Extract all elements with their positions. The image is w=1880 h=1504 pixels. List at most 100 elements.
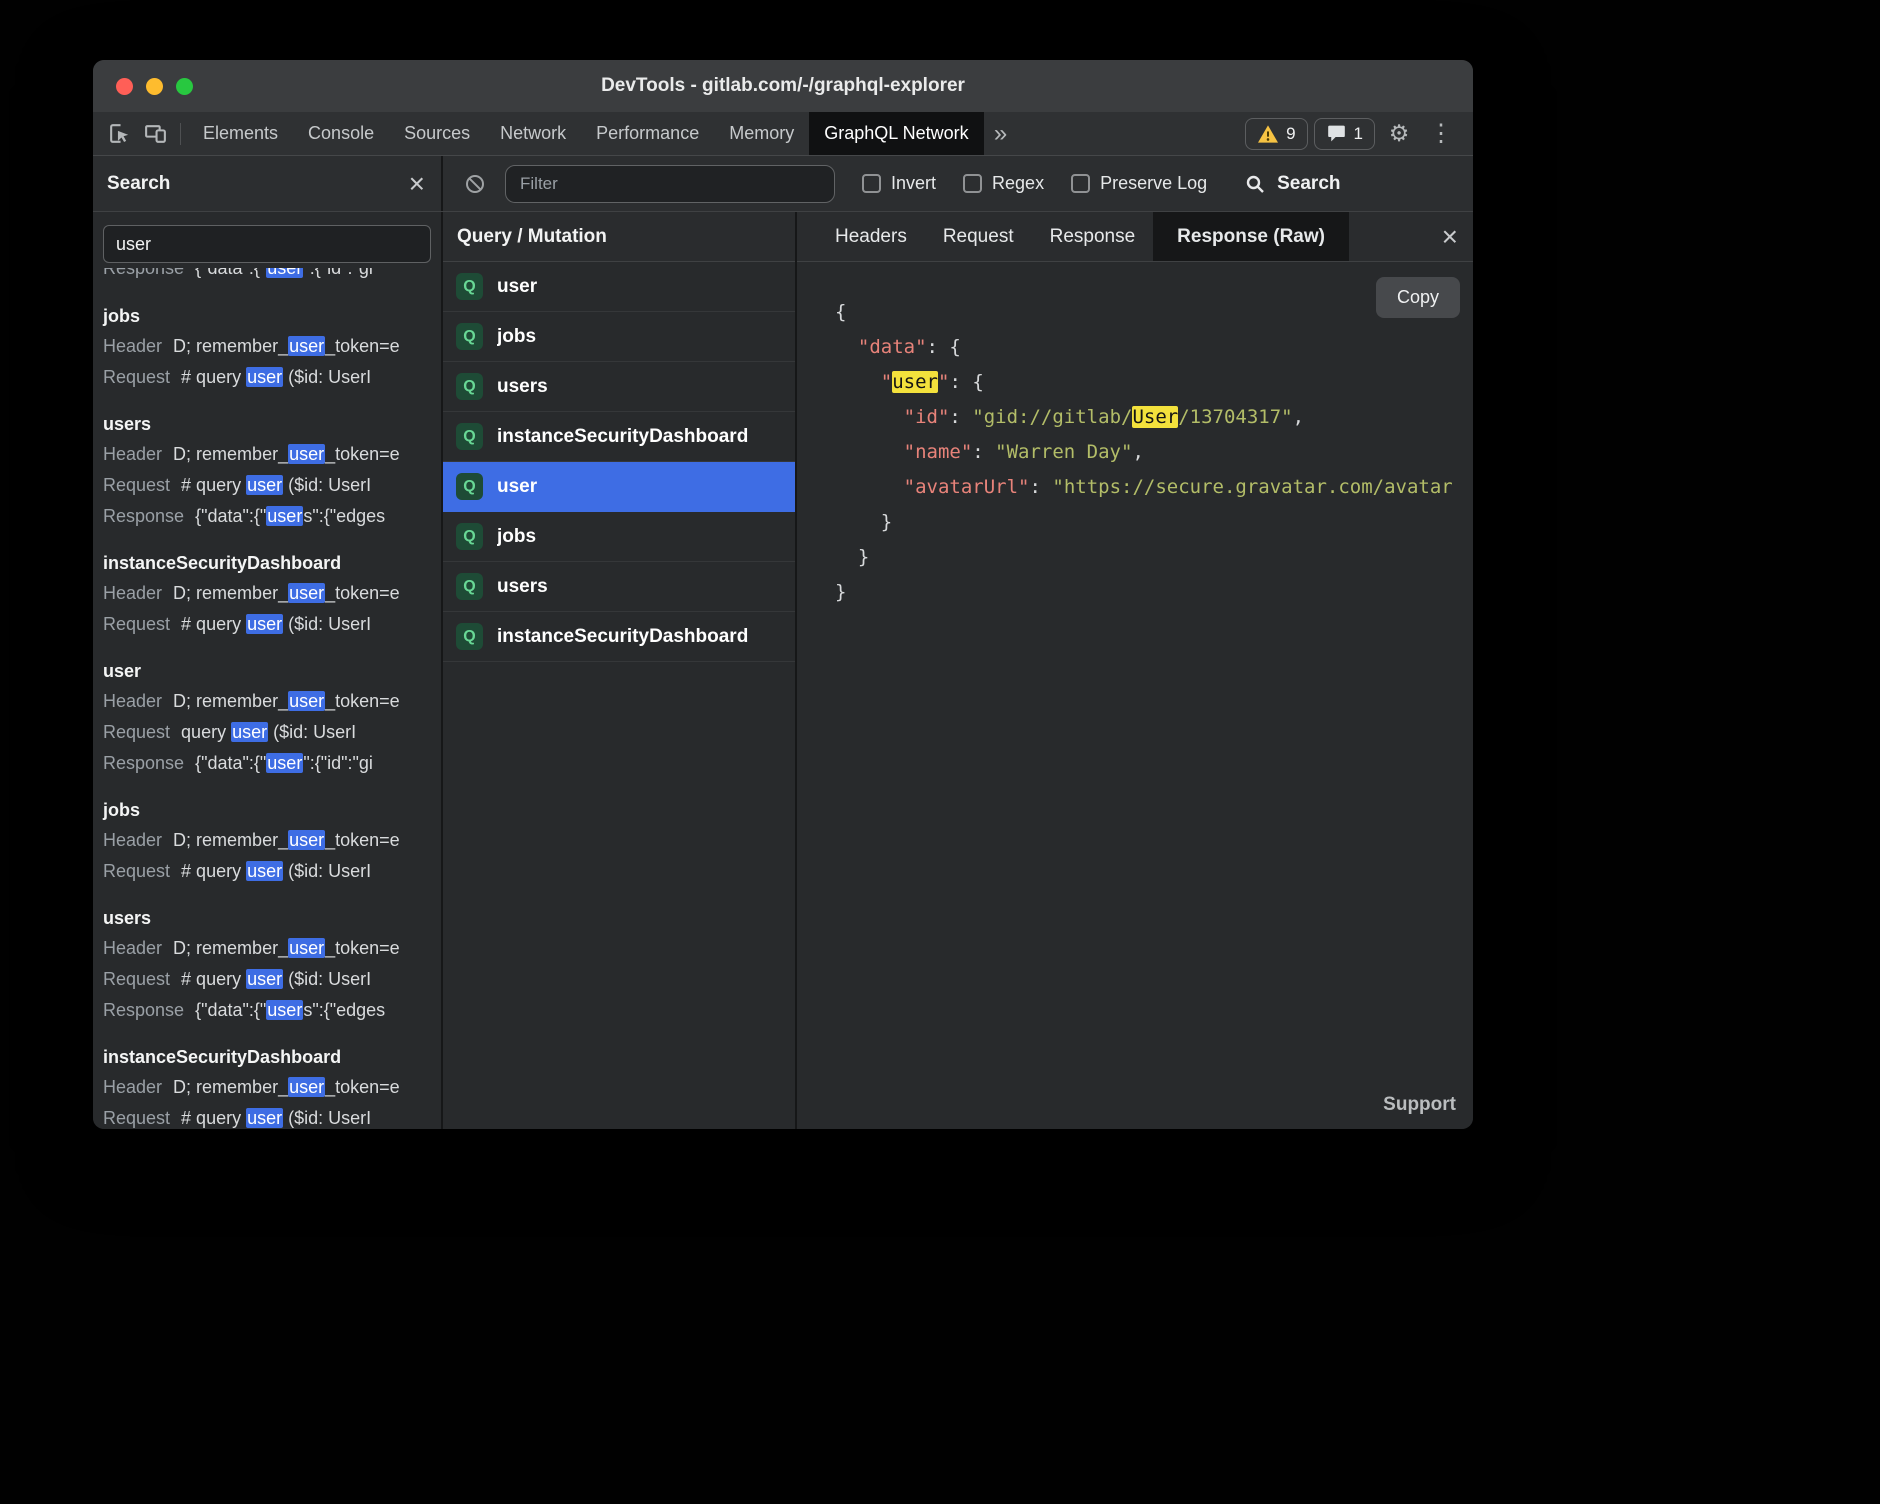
tab-memory[interactable]: Memory [714, 112, 809, 155]
code-line: "name": "Warren Day", [835, 435, 1473, 470]
tab-sources[interactable]: Sources [389, 112, 485, 155]
query-row-user[interactable]: Quser [443, 462, 795, 512]
query-row-instancesecuritydashboard[interactable]: QinstanceSecurityDashboard [443, 412, 795, 462]
match-highlight: user [288, 1077, 325, 1097]
search-result-line[interactable]: HeaderD; remember_user_token=e [103, 1072, 431, 1103]
query-row-label: user [497, 476, 537, 498]
search-result-line[interactable]: Requestquery user ($id: UserI [103, 717, 431, 748]
checkbox-box[interactable] [1071, 174, 1090, 193]
more-tabs-button[interactable]: » [984, 112, 1018, 155]
search-result-group: instanceSecurityDashboardHeaderD; rememb… [103, 1047, 431, 1129]
result-text: ($id: UserI [283, 969, 371, 989]
clear-filter-button[interactable] [457, 166, 493, 202]
detail-tab-request[interactable]: Request [925, 212, 1032, 261]
device-toolbar-button[interactable] [137, 116, 173, 152]
token: , [1132, 441, 1143, 463]
result-text: _token=e [325, 336, 400, 356]
search-result-line[interactable]: Response{"data":{"users":{"edges [103, 995, 431, 1026]
result-line-label: Header [103, 336, 162, 356]
search-result-line[interactable]: HeaderD; remember_user_token=e [103, 331, 431, 362]
query-row-users[interactable]: Qusers [443, 562, 795, 612]
warning-badge[interactable]: 9 [1245, 118, 1307, 150]
checkbox-label: Regex [992, 173, 1044, 194]
search-result-line[interactable]: HeaderD; remember_user_token=e [103, 439, 431, 470]
search-result-line[interactable]: Request# query user ($id: UserI [103, 362, 431, 393]
tab-elements[interactable]: Elements [188, 112, 293, 155]
json-viewer: { "data": { "user": { "id": "gid://gitla… [797, 262, 1473, 1129]
query-row-user[interactable]: Quser [443, 262, 795, 312]
search-result-group: jobs HeaderD; remember_user_token=eReques… [103, 306, 431, 393]
detail-tab-response[interactable]: Response [1032, 212, 1154, 261]
menu-button[interactable]: ⋮ [1423, 116, 1459, 152]
close-window-button[interactable] [116, 78, 133, 95]
checkbox-invert[interactable]: Invert [862, 173, 936, 194]
message-bubble-icon [1326, 123, 1347, 144]
query-row-users[interactable]: Qusers [443, 362, 795, 412]
checkbox-box[interactable] [862, 174, 881, 193]
token: : [972, 441, 995, 463]
settings-button[interactable]: ⚙ [1381, 116, 1417, 152]
toolbar-divider [180, 123, 181, 145]
close-detail-button[interactable]: × [1442, 223, 1458, 251]
search-result-line[interactable]: Response{"data":{"users":{"edges [103, 501, 431, 532]
token: " [881, 371, 892, 393]
search-result-line[interactable]: Request# query user ($id: UserI [103, 470, 431, 501]
detail-panel: HeadersRequestResponseResponse (Raw) × {… [797, 212, 1473, 1129]
search-result-line[interactable]: Response{"data":{"user":{"id":"gi [103, 268, 431, 284]
tab-network[interactable]: Network [485, 112, 581, 155]
block-icon [463, 172, 487, 196]
inspect-element-button[interactable] [101, 116, 137, 152]
detail-tab-response-raw[interactable]: Response (Raw) [1153, 212, 1349, 261]
token: : { [927, 336, 961, 358]
copy-button[interactable]: Copy [1376, 277, 1460, 318]
search-result-line[interactable]: HeaderD; remember_user_token=e [103, 933, 431, 964]
checkbox-label: Invert [891, 173, 936, 194]
message-badge[interactable]: 1 [1314, 118, 1375, 150]
checkbox-box[interactable] [963, 174, 982, 193]
search-result-line[interactable]: Response{"data":{"user":{"id":"gi [103, 748, 431, 779]
search-result-line[interactable]: HeaderD; remember_user_token=e [103, 825, 431, 856]
query-list: QuserQjobsQusersQinstanceSecurityDashboa… [443, 262, 795, 1129]
main-area: Response{"data":{"user":{"id":"gi jobs Hea… [93, 212, 1473, 1129]
tab-performance[interactable]: Performance [581, 112, 714, 155]
tab-console[interactable]: Console [293, 112, 389, 155]
result-line-label: Request [103, 614, 170, 634]
token [835, 371, 881, 393]
search-input[interactable] [103, 225, 431, 263]
search-result-line[interactable]: HeaderD; remember_user_token=e [103, 578, 431, 609]
code-line: } [835, 575, 1473, 610]
result-text: ($id: UserI [283, 1108, 371, 1128]
tab-graphql-network[interactable]: GraphQL Network [809, 112, 983, 155]
checkbox-preserve-log[interactable]: Preserve Log [1071, 173, 1207, 194]
query-row-instancesecuritydashboard[interactable]: QinstanceSecurityDashboard [443, 612, 795, 662]
code-line: "avatarUrl": "https://secure.gravatar.co… [835, 470, 1473, 505]
search-result-line[interactable]: Request# query user ($id: UserI [103, 964, 431, 995]
result-line-label: Request [103, 475, 170, 495]
search-result-line[interactable]: Request# query user ($id: UserI [103, 1103, 431, 1129]
result-text: D; remember_ [173, 1077, 288, 1097]
search-result-line[interactable]: Request# query user ($id: UserI [103, 609, 431, 640]
search-result-group: Response{"data":{"user":{"id":"gi [103, 268, 431, 285]
token: : [949, 406, 972, 428]
match-highlight: user [266, 506, 303, 526]
support-link[interactable]: Support [1383, 1094, 1456, 1116]
zoom-window-button[interactable] [176, 78, 193, 95]
minimize-window-button[interactable] [146, 78, 163, 95]
result-text: ":{"id":"gi [303, 753, 373, 773]
search-result-line[interactable]: HeaderD; remember_user_token=e [103, 686, 431, 717]
result-text: ($id: UserI [268, 722, 356, 742]
query-row-label: user [497, 276, 537, 298]
query-icon: Q [456, 573, 483, 600]
search-result-line[interactable]: Request# query user ($id: UserI [103, 856, 431, 887]
checkbox-regex[interactable]: Regex [963, 173, 1044, 194]
result-text: _token=e [325, 444, 400, 464]
query-row-jobs[interactable]: Qjobs [443, 312, 795, 362]
match-highlight: user [288, 336, 325, 356]
query-row-label: jobs [497, 326, 536, 348]
query-row-jobs[interactable]: Qjobs [443, 512, 795, 562]
filter-input[interactable] [505, 165, 835, 203]
close-search-panel-button[interactable]: × [409, 170, 425, 198]
result-group-title: jobs [103, 306, 431, 327]
search-toggle-button[interactable]: Search [1243, 172, 1340, 196]
detail-tab-headers[interactable]: Headers [817, 212, 925, 261]
